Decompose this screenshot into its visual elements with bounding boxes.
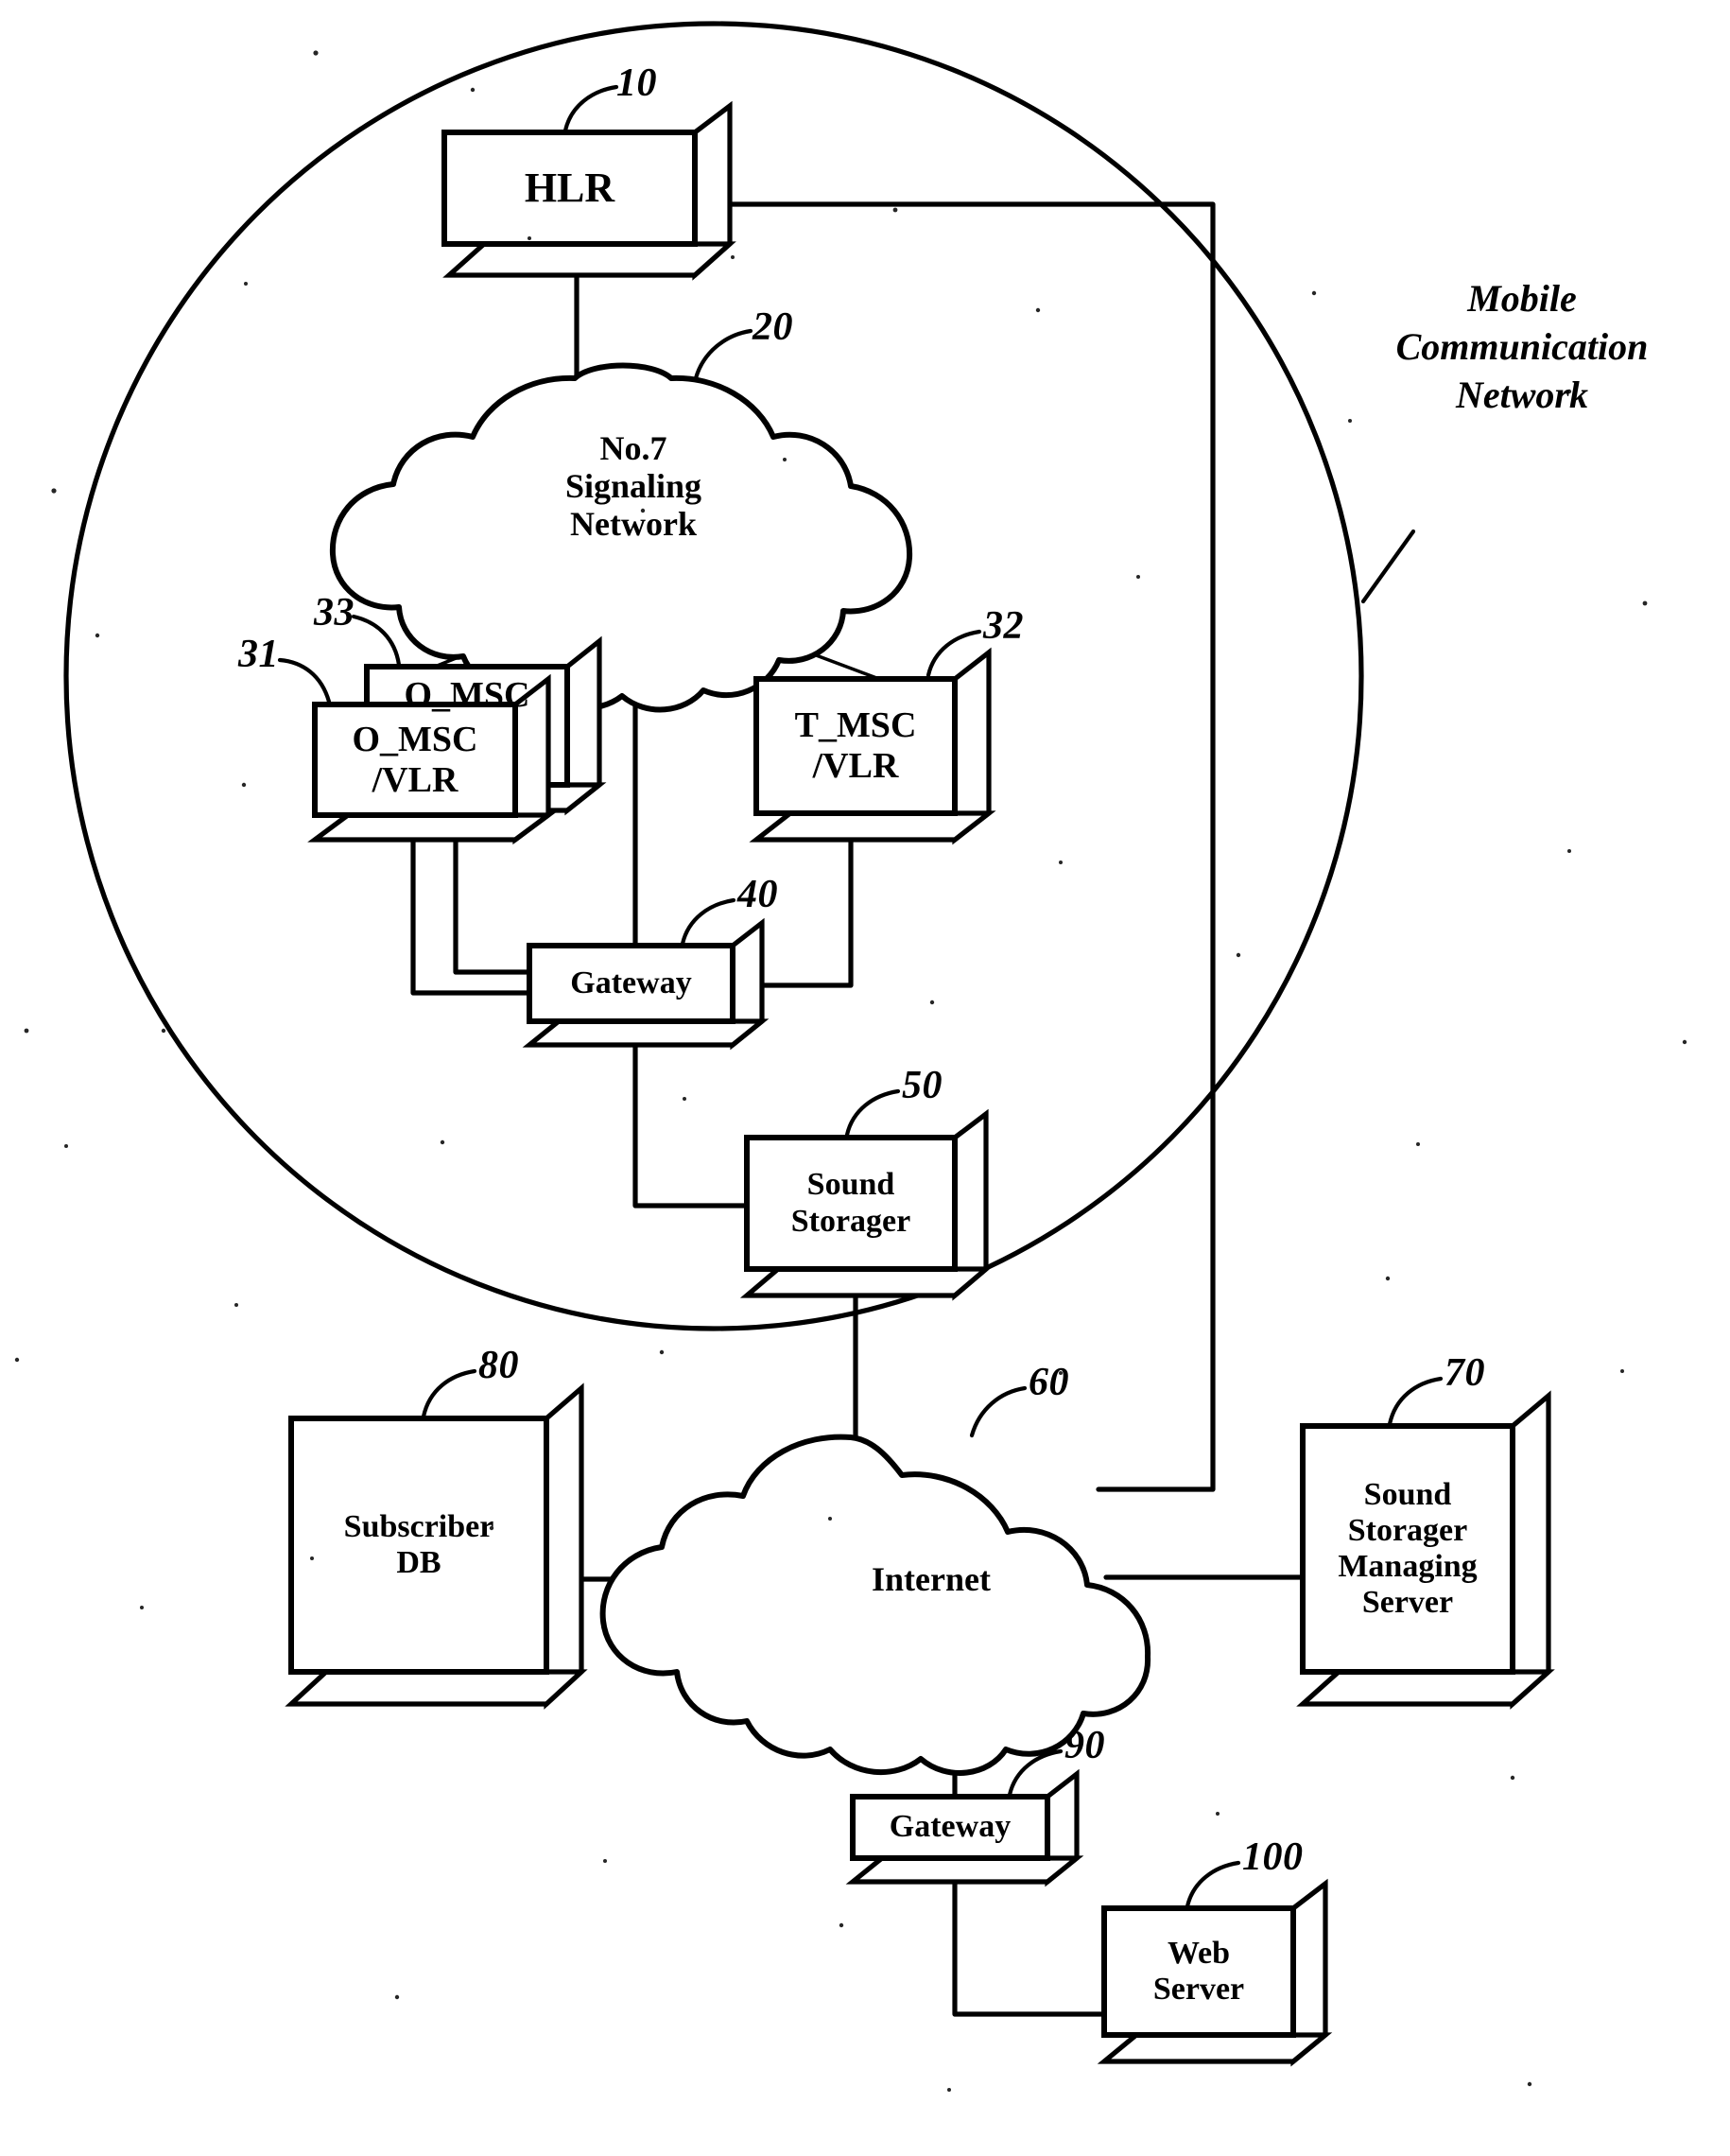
node-sound50-box: [739, 1108, 994, 1301]
node-omsc-box: [307, 673, 556, 845]
ref-number-70: 70: [1445, 1351, 1485, 1395]
link-omsc-alt-to-gateway40: [453, 837, 532, 975]
leader-31: [277, 657, 332, 704]
patent-figure-page: .stroke { fill:none; stroke:#000; stroke…: [0, 0, 1730, 2156]
node-hlr-box: [441, 100, 736, 281]
ref-number-10: 10: [616, 61, 657, 105]
leader-80: [421, 1368, 477, 1419]
ref-number-50: 50: [902, 1064, 943, 1107]
ref-number-90: 90: [1064, 1724, 1105, 1767]
leader-60: [969, 1385, 1028, 1438]
leader-90: [1007, 1748, 1064, 1798]
leader-33: [351, 614, 402, 668]
ref-number-32: 32: [983, 604, 1024, 648]
ref-number-20: 20: [753, 305, 793, 349]
node-gateway90-box: [845, 1768, 1084, 1887]
leader-20: [693, 328, 753, 381]
ref-number-33: 33: [314, 591, 355, 635]
leader-40: [680, 897, 736, 947]
ref-number-80: 80: [478, 1344, 519, 1387]
node-subdb80-box: [285, 1382, 588, 1710]
leader-mobile-network-caption: [1360, 529, 1416, 604]
leader-100: [1185, 1860, 1241, 1909]
mobile-network-caption: Mobile Communication Network: [1395, 277, 1649, 417]
ref-number-60: 60: [1029, 1361, 1069, 1404]
node-web100-box: [1097, 1878, 1333, 2067]
node-tmsc-box: [749, 647, 996, 845]
ref-number-100: 100: [1242, 1835, 1304, 1879]
leader-70: [1387, 1376, 1444, 1427]
leader-50: [844, 1088, 901, 1138]
ref-number-31: 31: [238, 633, 279, 676]
node-ssms70-box: [1296, 1390, 1555, 1710]
node-gateway40-box: [522, 917, 770, 1051]
leader-10: [562, 84, 619, 133]
link-gateway40-to-sound50: [632, 1042, 750, 1208]
link-gateway90-to-web100: [952, 1879, 1107, 2017]
ref-number-40: 40: [737, 873, 778, 916]
